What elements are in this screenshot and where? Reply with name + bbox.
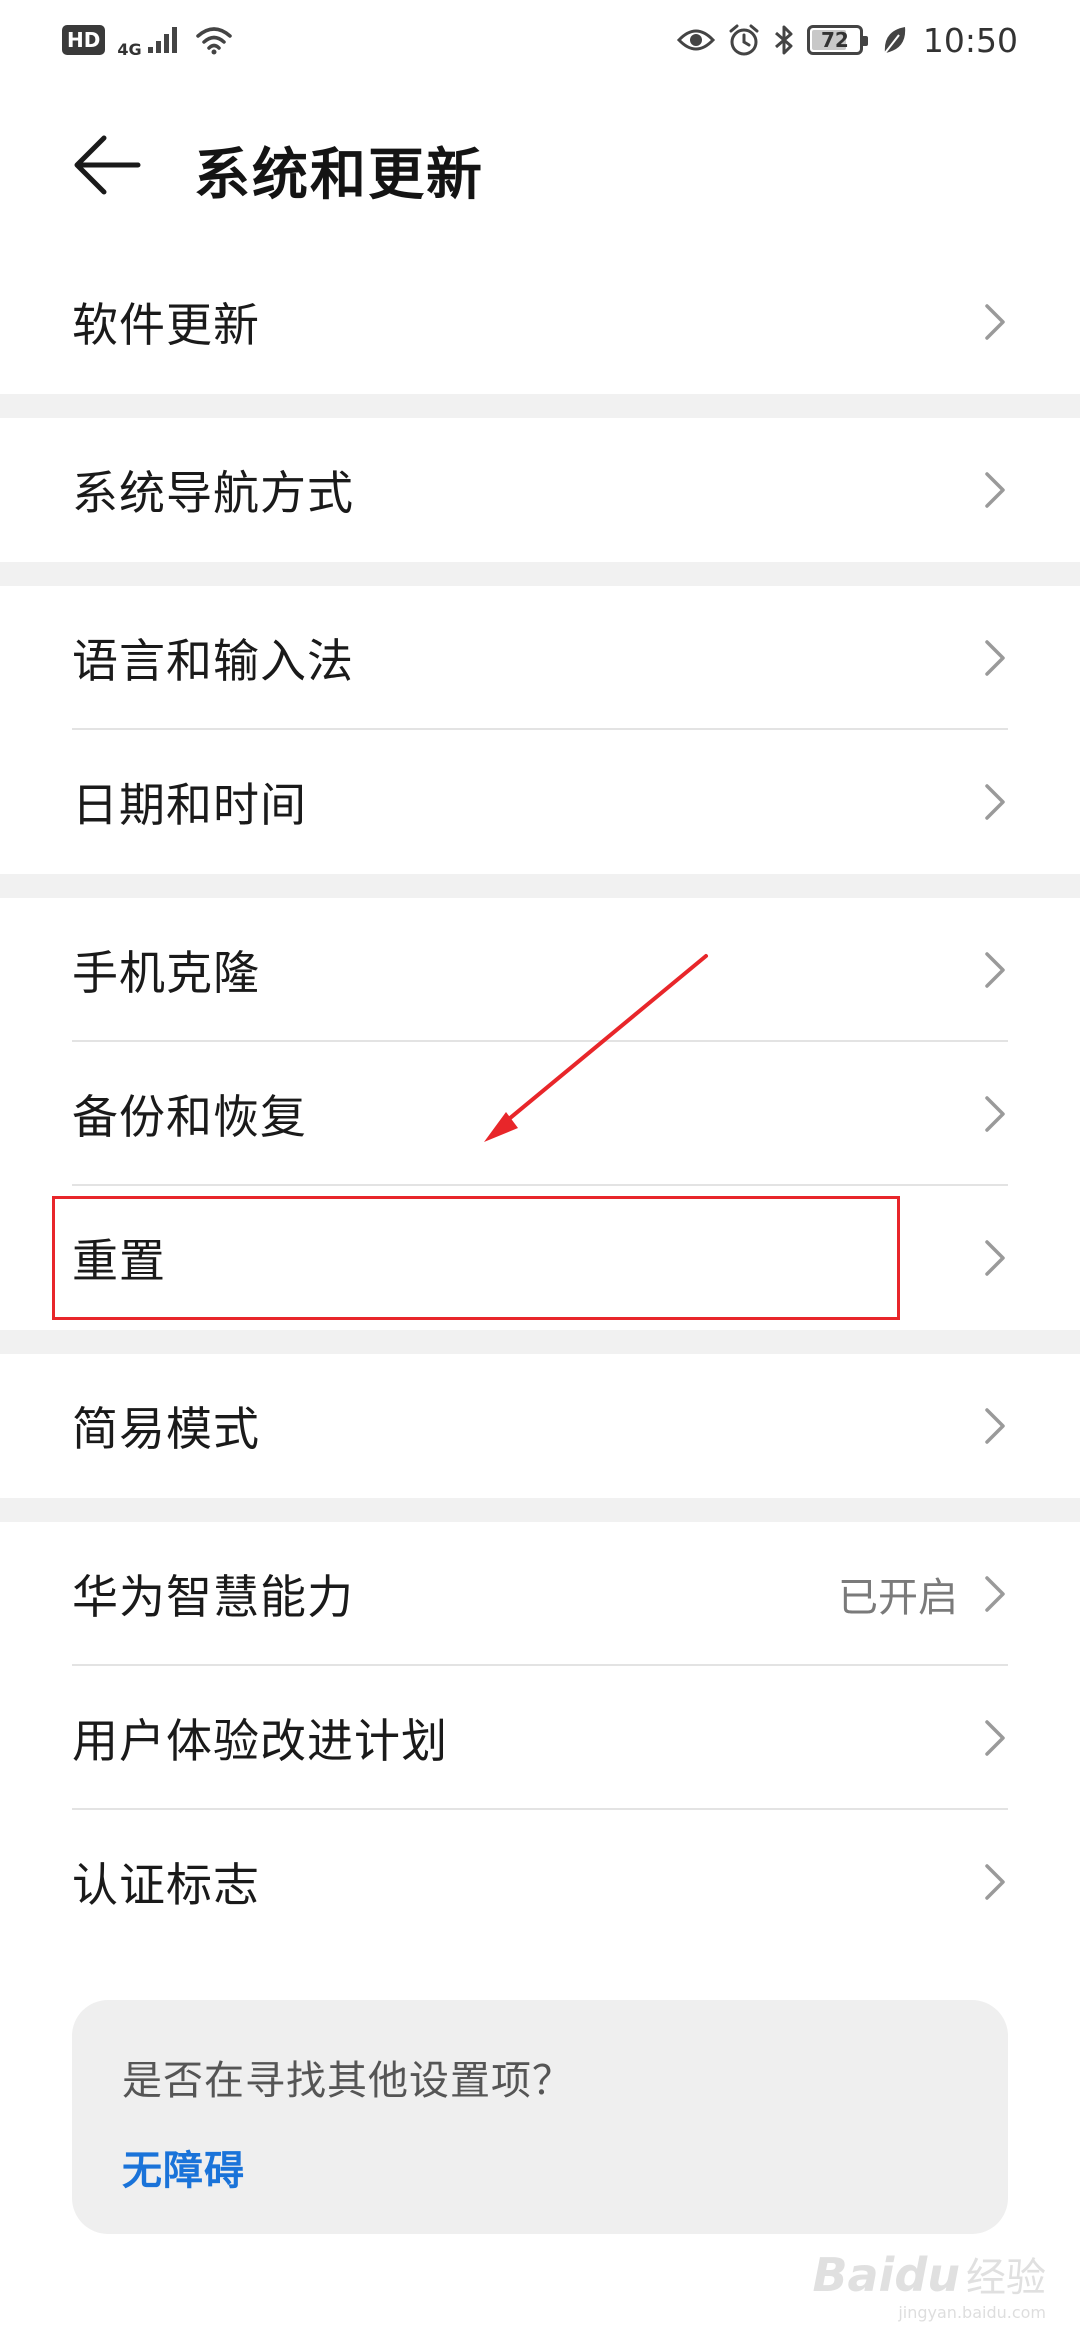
section-gap [0, 874, 1080, 898]
chevron-right-icon [980, 1404, 1010, 1448]
section-gap [0, 1330, 1080, 1354]
page-title: 系统和更新 [194, 143, 484, 208]
chevron-right-icon [980, 300, 1010, 344]
row-user-experience[interactable]: 用户体验改进计划 [0, 1666, 1080, 1810]
row-label: 用户体验改进计划 [72, 1714, 448, 1768]
chevron-right-icon [980, 636, 1010, 680]
chevron-right-icon [980, 1860, 1010, 1904]
chevron-right-icon [980, 1716, 1010, 1760]
row-system-navigation[interactable]: 系统导航方式 [0, 418, 1080, 562]
leaf-icon [884, 27, 906, 54]
chevron-right-icon [980, 1236, 1010, 1280]
row-backup-restore[interactable]: 备份和恢复 [0, 1042, 1080, 1186]
section-gap [0, 562, 1080, 586]
row-simple-mode[interactable]: 简易模式 [0, 1354, 1080, 1498]
section-simple-mode: 简易模式 [0, 1354, 1080, 1498]
battery-indicator: 72 [806, 25, 868, 55]
row-status-value: 已开启 [838, 1575, 958, 1621]
chevron-right-icon [980, 468, 1010, 512]
chevron-right-icon [980, 780, 1010, 824]
row-label: 重置 [72, 1234, 166, 1288]
chevron-right-icon [980, 1572, 1010, 1616]
signal-icon [147, 27, 177, 53]
row-label: 手机克隆 [72, 946, 260, 1000]
status-time: 10:50 [922, 20, 1018, 60]
row-language-input[interactable]: 语言和输入法 [0, 586, 1080, 730]
row-phone-clone[interactable]: 手机克隆 [0, 898, 1080, 1042]
hd-badge: HD [62, 25, 106, 55]
section-navigation: 系统导航方式 [0, 418, 1080, 562]
settings-page: HD 4G 72 10:50 系统和更新 软件更新 系统导航方式 语言和输入法 … [0, 0, 1080, 2340]
watermark-url: jingyan.baidu.com [898, 2303, 1046, 2322]
eye-icon [676, 29, 715, 51]
row-label: 备份和恢复 [72, 1090, 307, 1144]
section-software-update: 软件更新 [0, 250, 1080, 394]
row-date-time[interactable]: 日期和时间 [0, 730, 1080, 874]
section-gap [0, 394, 1080, 418]
watermark-brand: Baidu [812, 2248, 960, 2302]
row-label: 系统导航方式 [72, 466, 354, 520]
section-huawei-extras: 华为智慧能力 已开启 用户体验改进计划 认证标志 [0, 1522, 1080, 1954]
chevron-right-icon [980, 948, 1010, 992]
status-bar: HD 4G 72 10:50 [0, 0, 1080, 80]
status-left: HD 4G [62, 22, 234, 59]
status-right: 72 10:50 [676, 20, 1018, 60]
chevron-right-icon [980, 1092, 1010, 1136]
section-gap [0, 1498, 1080, 1522]
suggestion-question: 是否在寻找其他设置项？ [122, 2058, 573, 2104]
watermark-suffix: 经验 [966, 2255, 1046, 2301]
row-software-update[interactable]: 软件更新 [0, 250, 1080, 394]
row-label: 日期和时间 [72, 778, 307, 832]
alarm-icon [729, 24, 759, 56]
row-huawei-smart[interactable]: 华为智慧能力 已开启 [0, 1522, 1080, 1666]
row-label: 简易模式 [72, 1402, 260, 1456]
network-type: 4G [117, 39, 142, 59]
row-label: 软件更新 [72, 298, 260, 352]
section-clone-backup-reset: 手机克隆 备份和恢复 重置 [0, 898, 1080, 1330]
row-label: 认证标志 [72, 1858, 260, 1912]
page-header: 系统和更新 [0, 100, 1080, 230]
section-language-time: 语言和输入法 日期和时间 [0, 586, 1080, 874]
row-label: 语言和输入法 [72, 634, 354, 688]
suggestion-card: 是否在寻找其他设置项？ 无障碍 [72, 2000, 1008, 2234]
watermark-logo: Baidu 经验 jingyan.baidu.com [812, 2245, 1046, 2322]
accessibility-link[interactable]: 无障碍 [122, 2138, 245, 2196]
bluetooth-icon [774, 25, 793, 55]
row-reset[interactable]: 重置 [0, 1186, 1080, 1330]
row-label: 华为智慧能力 [72, 1570, 354, 1624]
wifi-icon [195, 27, 232, 55]
battery-level: 72 [820, 28, 849, 52]
arrow-left-icon [74, 135, 141, 195]
row-certification[interactable]: 认证标志 [0, 1810, 1080, 1954]
back-button[interactable] [70, 128, 144, 202]
